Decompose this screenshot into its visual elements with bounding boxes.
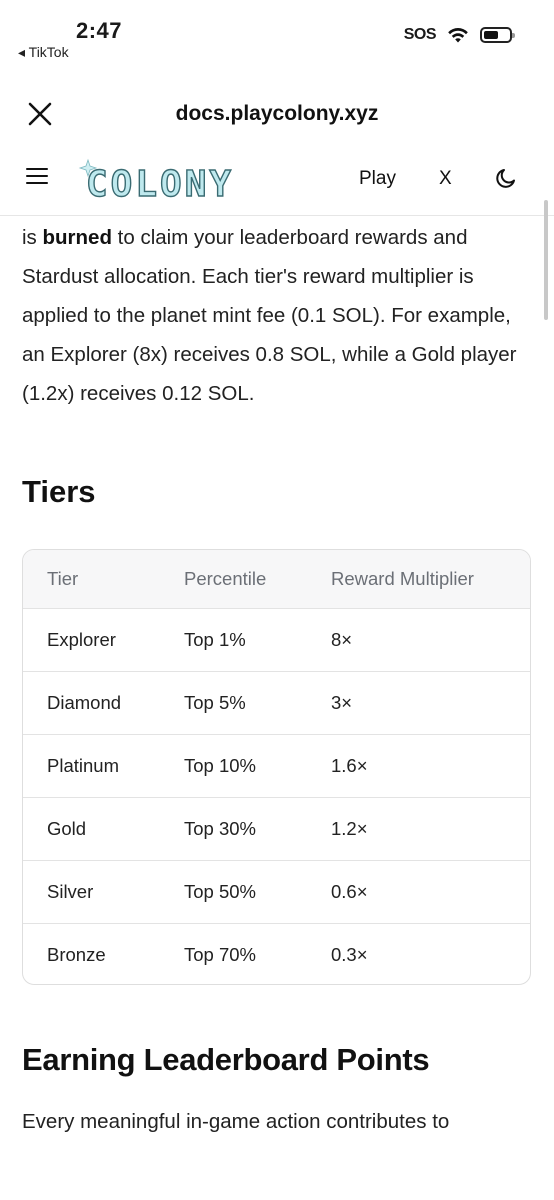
header-percentile: Percentile — [184, 567, 267, 589]
status-bar: 2:47 ◂ TikTok SOS — [0, 0, 554, 66]
header-reward-multiplier: Reward Multiplier — [331, 567, 474, 589]
header-tier: Tier — [47, 567, 79, 589]
nav-play-link[interactable]: Play — [359, 168, 396, 190]
intro-rest: to claim your leaderboard rewards and St… — [22, 226, 517, 405]
cell-multiplier: 0.3× — [331, 943, 368, 965]
colony-logo[interactable]: COLONY — [78, 156, 288, 204]
table-row: Diamond Top 5% 3× — [23, 671, 530, 734]
cell-percentile: Top 5% — [184, 691, 246, 713]
cell-percentile: Top 10% — [184, 754, 256, 776]
intro-paragraph: is burned to claim your leaderboard rewa… — [22, 218, 534, 413]
table-row: Explorer Top 1% 8× — [23, 608, 530, 671]
cell-multiplier: 1.2× — [331, 817, 368, 839]
logo-text: COLONY — [86, 164, 234, 204]
cell-tier: Explorer — [47, 628, 116, 650]
cell-multiplier: 1.6× — [331, 754, 368, 776]
sos-label: SOS — [403, 26, 437, 43]
nav-x-link[interactable]: X — [439, 168, 452, 190]
intro-lead: is — [22, 226, 43, 249]
cell-tier: Silver — [47, 880, 94, 902]
browser-bar: docs.playcolony.xyz — [0, 90, 554, 140]
intro-bold-word: burned — [42, 226, 112, 249]
table-row: Silver Top 50% 0.6× — [23, 860, 530, 923]
page: 2:47 ◂ TikTok SOS docs.playcolony.xyz CO… — [0, 0, 554, 1200]
cell-multiplier: 8× — [331, 628, 353, 650]
cell-percentile: Top 1% — [184, 628, 246, 650]
table-row: Platinum Top 10% 1.6× — [23, 734, 530, 797]
table-header-row: Tier Percentile Reward Multiplier — [23, 550, 530, 608]
status-time: 2:47 — [76, 18, 123, 43]
hamburger-icon[interactable] — [26, 166, 48, 186]
table-row: Bronze Top 70% 0.3× — [23, 923, 530, 984]
cell-multiplier: 3× — [331, 691, 353, 713]
back-to-app-link[interactable]: ◂ TikTok — [18, 44, 69, 61]
cell-tier: Bronze — [47, 943, 106, 965]
earning-heading: Earning Leaderboard Points — [22, 1042, 430, 1077]
cell-tier: Gold — [47, 817, 87, 839]
site-nav: COLONY Play X — [0, 142, 554, 216]
tiers-table: Tier Percentile Reward Multiplier Explor… — [22, 549, 531, 985]
scrollbar[interactable] — [544, 200, 548, 320]
cell-tier: Diamond — [47, 691, 122, 713]
url-display[interactable]: docs.playcolony.xyz — [0, 102, 554, 126]
tiers-heading: Tiers — [22, 474, 96, 509]
cell-tier: Platinum — [47, 754, 119, 776]
cell-percentile: Top 50% — [184, 880, 256, 902]
cell-percentile: Top 70% — [184, 943, 256, 965]
moon-icon[interactable] — [494, 166, 518, 190]
earning-intro: Every meaningful in-game action contribu… — [22, 1110, 450, 1133]
cell-multiplier: 0.6× — [331, 880, 368, 902]
status-icons: SOS — [403, 26, 515, 44]
battery-icon — [480, 27, 515, 43]
table-row: Gold Top 30% 1.2× — [23, 797, 530, 860]
wifi-icon — [448, 28, 468, 43]
cell-percentile: Top 30% — [184, 817, 256, 839]
